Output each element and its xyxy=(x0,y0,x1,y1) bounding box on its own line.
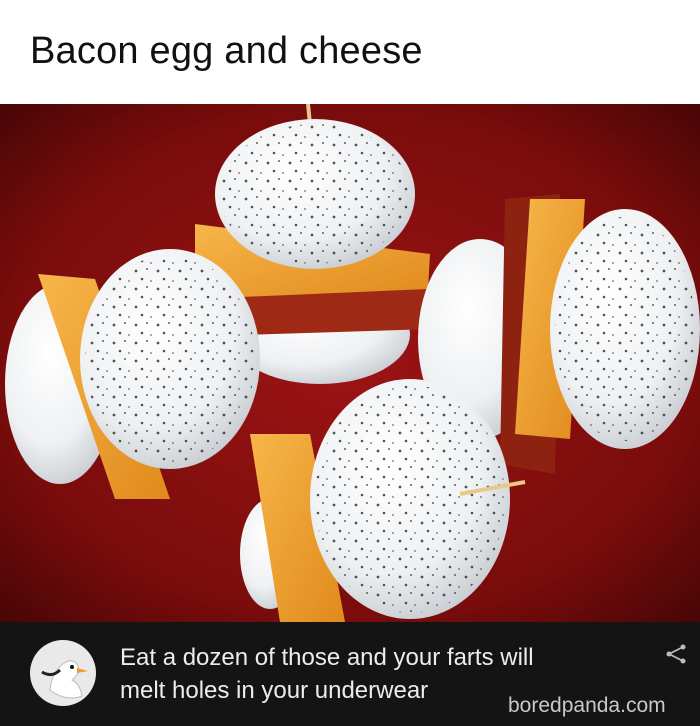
share-icon[interactable] xyxy=(664,642,688,666)
comment-text-line-1: Eat a dozen of those and your farts will xyxy=(120,644,534,671)
watermark: boredpanda.com xyxy=(508,694,666,717)
comment-bar: Eat a dozen of those and your farts will… xyxy=(0,622,700,726)
caption-title: Bacon egg and cheese xyxy=(30,30,423,72)
food-photo xyxy=(0,104,700,622)
goose-avatar-icon[interactable] xyxy=(30,640,96,706)
comment-text-line-2: melt holes in your underwear xyxy=(120,677,429,704)
caption-bar: Bacon egg and cheese xyxy=(0,0,700,104)
